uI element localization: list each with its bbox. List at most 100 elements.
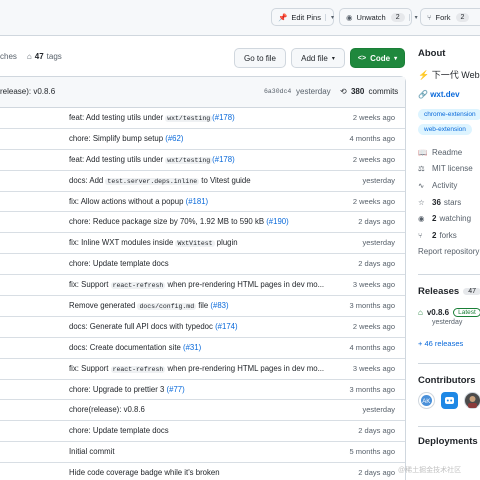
website-link[interactable]: 🔗 wxt.dev: [418, 90, 480, 99]
pull-request-link[interactable]: (#181): [186, 197, 209, 206]
file-row[interactable]: Initial commit 5 months ago: [0, 442, 405, 464]
pull-request-link[interactable]: (#190): [266, 217, 289, 226]
latest-commit-sha[interactable]: 6a30dc4: [264, 88, 291, 95]
commit-time: 4 months ago: [349, 342, 395, 352]
commit-text: chore: Reduce package size by 70%, 1.92 …: [69, 217, 267, 227]
commit-text: fix: Support: [69, 280, 111, 290]
go-to-file-button[interactable]: Go to file: [234, 48, 286, 68]
person-icon: [468, 396, 477, 409]
commit-text: feat: Add testing utils under: [69, 154, 166, 164]
latest-release[interactable]: ⌂ v0.8.6 Latest: [418, 308, 480, 318]
commit-message[interactable]: chore: Reduce package size by 70%, 1.92 …: [69, 217, 289, 226]
latest-commit-message[interactable]: release): v0.8.6: [0, 87, 55, 96]
commit-message[interactable]: chore: Update template docs: [69, 426, 169, 435]
commit-message[interactable]: Initial commit: [69, 447, 115, 456]
releases-header[interactable]: Releases 47: [418, 286, 480, 297]
code-label: Code: [370, 53, 391, 63]
pull-request-link[interactable]: (#77): [167, 385, 185, 394]
pull-request-link[interactable]: (#62): [165, 134, 183, 143]
link-icon: 🔗: [418, 90, 428, 99]
file-row[interactable]: chore: Update template docs 2 days ago: [0, 254, 405, 276]
topic-chrome-extension[interactable]: chrome-extension: [418, 109, 480, 120]
commit-message[interactable]: docs: Create documentation site (#31): [69, 343, 201, 352]
release-version: v0.8.6: [426, 308, 450, 318]
contributors-title[interactable]: Contributors: [418, 375, 480, 386]
commit-code: WxtVitest: [175, 240, 215, 248]
contributor-avatar[interactable]: AK: [418, 392, 435, 410]
commit-text: Initial commit: [69, 447, 115, 457]
fork-button[interactable]: ⑂ Fork 2: [420, 8, 480, 26]
tags-link[interactable]: tags: [47, 52, 62, 61]
file-row[interactable]: feat: Add testing utils under wxt/testin…: [0, 150, 405, 171]
pull-request-link[interactable]: (#83): [210, 301, 228, 310]
commit-text: docs: Create documentation site: [69, 342, 183, 352]
commit-message[interactable]: Remove generated docs/config.md file (#8…: [69, 301, 229, 311]
file-row[interactable]: Remove generated docs/config.md file (#8…: [0, 296, 405, 317]
latest-badge: Latest: [453, 308, 480, 318]
commit-message[interactable]: feat: Add testing utils under wxt/testin…: [69, 113, 235, 122]
commit-text-tail: when pre-rendering HTML pages in dev mo.…: [165, 363, 325, 373]
unwatch-button[interactable]: ◉ Unwatch 2 ▾: [339, 8, 418, 26]
commit-text: chore: Update template docs: [69, 259, 169, 269]
activity-link[interactable]: ∿ Activity: [418, 177, 480, 194]
file-row[interactable]: docs: Add test.server.deps.inline to Vit…: [0, 171, 405, 192]
commit-message[interactable]: fix: Support react-refresh when pre-rend…: [69, 280, 324, 290]
file-row[interactable]: fix: Allow actions without a popup (#181…: [0, 192, 405, 213]
more-releases-link[interactable]: + 46 releases: [418, 339, 480, 348]
file-row[interactable]: fix: Support react-refresh when pre-rend…: [0, 275, 405, 297]
pull-request-link[interactable]: (#178): [212, 113, 235, 122]
commit-code: test.server.deps.inline: [105, 177, 200, 185]
license-link[interactable]: ⚖ MIT license: [418, 161, 480, 178]
commit-text-tail: plugin: [214, 238, 238, 248]
file-row[interactable]: chore: Simplify bump setup (#62) 4 months…: [0, 129, 405, 150]
commit-text: Hide code coverage badge while it's brok…: [69, 468, 220, 478]
tag-icon: ⌂: [26, 52, 32, 61]
divider: [418, 274, 480, 276]
commit-code: react-refresh: [110, 365, 166, 373]
commit-time: 2 days ago: [358, 468, 395, 478]
forks-link[interactable]: ⑂ 2 forks: [418, 227, 480, 244]
deployments-title[interactable]: Deployments: [418, 436, 480, 447]
contributor-avatar[interactable]: [464, 392, 480, 410]
pull-request-link[interactable]: (#174): [215, 322, 238, 331]
commit-time: 2 days ago: [358, 259, 395, 269]
branches-link[interactable]: ches: [0, 52, 17, 61]
commit-message[interactable]: chore(release): v0.8.6: [69, 405, 145, 414]
file-row[interactable]: docs: Create documentation site (#31) 4 m…: [0, 338, 405, 359]
file-row[interactable]: chore(release): v0.8.6 yesterday: [0, 400, 405, 422]
edit-pins-button[interactable]: 📌 Edit Pins ▾: [271, 8, 334, 26]
commit-message[interactable]: fix: Allow actions without a popup (#181…: [69, 197, 208, 206]
pull-request-link[interactable]: (#178): [212, 155, 235, 164]
contributor-avatar[interactable]: [441, 392, 458, 410]
commit-message[interactable]: chore: Upgrade to prettier 3 (#77): [69, 385, 185, 394]
forks-label: forks: [439, 230, 457, 240]
report-repository-link[interactable]: Report repository: [418, 244, 480, 261]
commits-link[interactable]: ⟲ 380 commits: [340, 87, 398, 96]
fork-count: 2: [455, 12, 470, 22]
stars-link[interactable]: ☆ 36 stars: [418, 194, 480, 211]
readme-link[interactable]: 📖 Readme: [418, 144, 480, 161]
pull-request-link[interactable]: (#31): [183, 343, 201, 352]
fork-label: Fork: [435, 12, 451, 22]
commit-message[interactable]: fix: Support react-refresh when pre-rend…: [69, 364, 324, 373]
file-row[interactable]: fix: Support react-refresh when pre-rend…: [0, 359, 405, 380]
commit-text: chore: Update template docs: [69, 426, 169, 436]
code-button[interactable]: <> Code ▾: [350, 48, 405, 68]
commit-message[interactable]: chore: Update template docs: [69, 259, 169, 268]
file-row[interactable]: feat: Add testing utils under wxt/testin…: [0, 108, 405, 129]
commit-message[interactable]: docs: Add test.server.deps.inline to Vit…: [69, 176, 251, 185]
commit-message[interactable]: fix: Inline WXT modules inside WxtVitest…: [69, 238, 238, 248]
commit-message[interactable]: Hide code coverage badge while it's brok…: [69, 468, 220, 477]
watching-link[interactable]: ◉ 2 watching: [418, 210, 480, 227]
commit-message[interactable]: chore: Simplify bump setup (#62): [69, 134, 183, 143]
file-row[interactable]: chore: Upgrade to prettier 3 (#77) 3 mont…: [0, 380, 405, 401]
file-row[interactable]: Hide code coverage badge while it's brok…: [0, 463, 405, 480]
commit-message[interactable]: docs: Generate full API docs with typedo…: [69, 322, 238, 331]
file-row[interactable]: fix: Inline WXT modules inside WxtVitest…: [0, 233, 405, 255]
add-file-button[interactable]: Add file ▾: [291, 48, 345, 68]
topic-web-extension[interactable]: web-extension: [418, 124, 472, 135]
file-row[interactable]: chore: Update template docs 2 days ago: [0, 421, 405, 443]
file-row[interactable]: docs: Generate full API docs with typedo…: [0, 317, 405, 338]
commit-message[interactable]: feat: Add testing utils under wxt/testin…: [69, 155, 235, 164]
file-row[interactable]: chore: Reduce package size by 70%, 1.92 …: [0, 212, 405, 234]
